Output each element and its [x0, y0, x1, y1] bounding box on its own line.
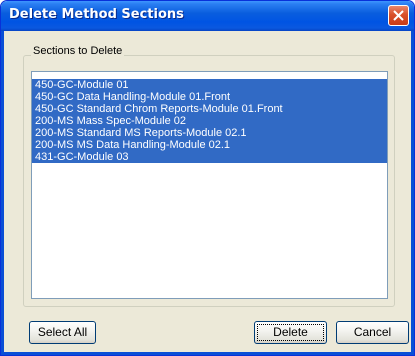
- list-item[interactable]: 200-MS Mass Spec-Module 02: [32, 115, 387, 127]
- list-item[interactable]: 450-GC Standard Chrom Reports-Module 01.…: [32, 103, 387, 115]
- select-all-button[interactable]: Select All: [29, 321, 96, 344]
- cancel-button[interactable]: Cancel: [336, 321, 409, 344]
- list-item[interactable]: 450-GC Data Handling-Module 01.Front: [32, 91, 387, 103]
- close-button[interactable]: [388, 5, 409, 26]
- window-frame-right: [411, 31, 414, 355]
- sections-listbox[interactable]: 450-GC-Module 01 450-GC Data Handling-Mo…: [31, 71, 388, 299]
- list-item[interactable]: 200-MS Standard MS Reports-Module 02.1: [32, 127, 387, 139]
- list-item[interactable]: 200-MS MS Data Handling-Module 02.1: [32, 139, 387, 151]
- close-icon: [393, 10, 404, 21]
- window-frame-bottom: [1, 352, 414, 355]
- dialog-title: Delete Method Sections: [9, 7, 184, 22]
- window-frame-left: [1, 31, 4, 355]
- sections-group-label: Sections to Delete: [31, 45, 125, 57]
- title-bar[interactable]: Delete Method Sections: [1, 1, 414, 31]
- list-item[interactable]: 431-GC-Module 03: [32, 151, 387, 163]
- list-item[interactable]: 450-GC-Module 01: [32, 79, 387, 91]
- delete-button[interactable]: Delete: [254, 321, 327, 344]
- delete-method-sections-dialog: Delete Method Sections Sections to Delet…: [0, 0, 415, 356]
